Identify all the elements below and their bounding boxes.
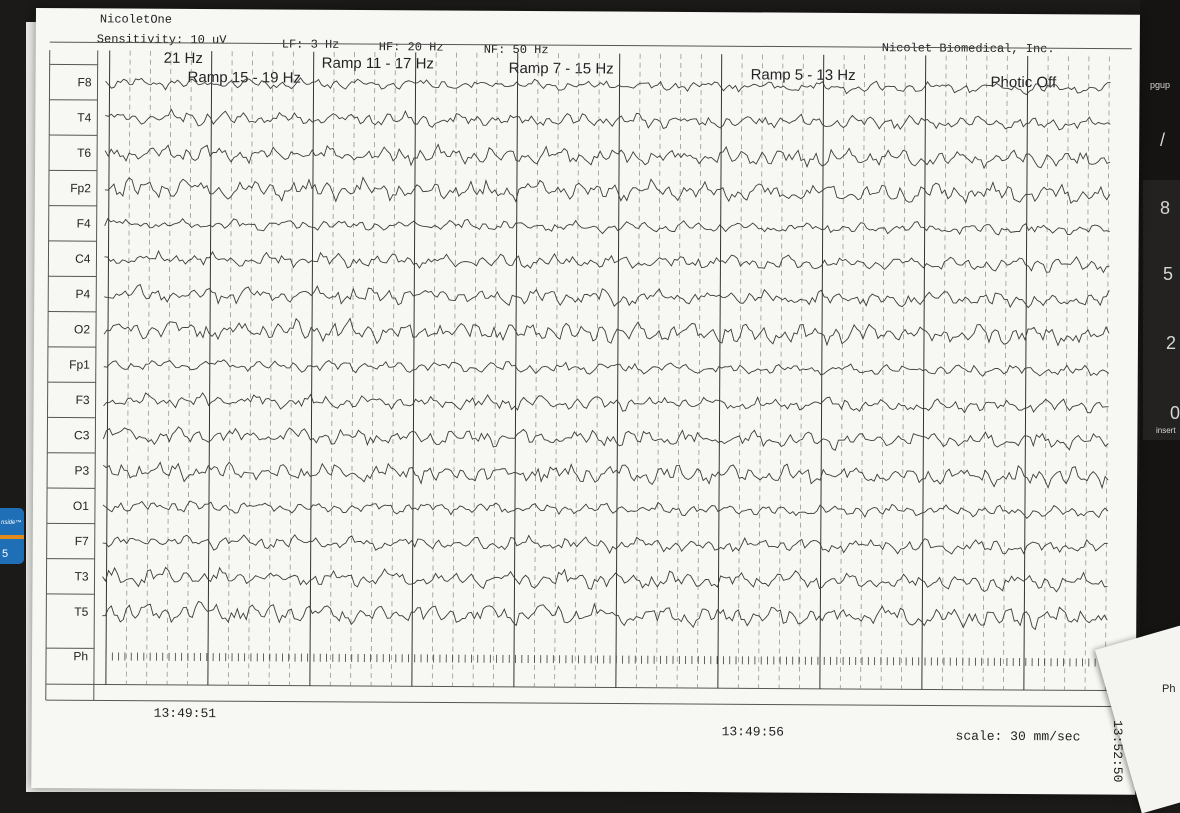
eeg-trace-fp1 (104, 359, 1109, 377)
grid-minor-line (555, 53, 559, 687)
grid-minor-line (963, 56, 967, 690)
grid-minor-line (1105, 57, 1109, 691)
key-0: 0 (1170, 403, 1180, 424)
grid-minor-line (493, 53, 497, 687)
grid-major-line (820, 55, 824, 689)
channel-label-o2: O2 (74, 322, 90, 336)
key-2: 2 (1166, 333, 1176, 354)
keyboard-edge (1143, 180, 1180, 440)
grid-minor-line (1065, 56, 1069, 690)
channel-label-p3: P3 (74, 464, 89, 478)
grid-minor-line (759, 54, 763, 688)
key-8: 8 (1160, 198, 1170, 219)
sticker-stripe (0, 535, 24, 539)
eeg-trace-t4 (105, 109, 1110, 132)
channel-label-ph: Ph (73, 649, 88, 663)
grid-minor-line (391, 52, 395, 686)
key-insert: insert (1156, 426, 1176, 435)
channel-label-o1: O1 (73, 499, 89, 513)
grid-minor-line (840, 55, 844, 689)
channel-label-t5: T5 (74, 605, 88, 619)
key-5: 5 (1163, 264, 1173, 285)
grid-minor-line (799, 55, 803, 689)
eeg-trace-f4 (105, 217, 1110, 237)
channel-label-f3: F3 (76, 393, 90, 407)
grid-minor-line (249, 51, 253, 685)
eeg-trace-o1 (103, 499, 1108, 519)
key-pgup: pgup (1150, 80, 1170, 90)
grid-minor-line (330, 52, 334, 686)
channel-label-f4: F4 (77, 216, 91, 230)
eeg-trace-f8 (106, 76, 1111, 95)
grid-minor-line (432, 52, 436, 686)
channel-label-fp2: Fp2 (70, 181, 91, 195)
grid-minor-line (881, 55, 885, 689)
channel-label-t4: T4 (77, 111, 91, 125)
grid-major-line (922, 55, 926, 689)
channel-label-c4: C4 (75, 252, 91, 266)
grid-minor-line (453, 53, 457, 687)
grid-major-line (616, 54, 620, 688)
second-sheet-time: 13:52:50 (1110, 720, 1125, 782)
eeg-trace-p3 (103, 460, 1108, 488)
grid-minor-line (779, 55, 783, 689)
eeg-trace-t3 (102, 567, 1107, 593)
grid-major-line (514, 53, 518, 687)
sticker-number: 5 (2, 548, 8, 560)
grid-minor-line (371, 52, 375, 686)
grid-minor-line (697, 54, 701, 688)
grid-major-line (718, 54, 722, 688)
grid-minor-line (228, 51, 232, 685)
grid-major-line (1024, 56, 1028, 690)
eeg-trace-p4 (104, 284, 1109, 309)
channel-label-p4: P4 (76, 287, 91, 301)
eeg-trace-area: F8 T4 T6 Fp2 F4 C4 P4 O2 Fp1 F3 C3 P3 O1 F7 T3 T5 Ph (31, 8, 1140, 795)
eeg-trace-fp2 (105, 176, 1110, 206)
grid-minor-line (677, 54, 681, 688)
eeg-trace-t6 (105, 143, 1110, 170)
channel-label-t3: T3 (74, 569, 88, 583)
grid-minor-line (657, 54, 661, 688)
photo-scene: pgup / 8 5 2 0 insert nside™ 5 NicoletOn… (0, 0, 1180, 800)
header-rule (50, 42, 1132, 49)
channel-label-f7: F7 (75, 534, 89, 548)
eeg-trace-o2 (104, 317, 1109, 348)
grid-minor-line (473, 53, 477, 687)
eeg-trace-f7 (103, 533, 1108, 556)
eeg-trace-t5 (102, 601, 1107, 630)
key-slash: / (1160, 130, 1165, 151)
eeg-trace-f3 (104, 392, 1109, 414)
grid-minor-line (1044, 56, 1048, 690)
eeg-trace-c3 (103, 426, 1108, 452)
label-column-rule (94, 50, 98, 700)
channel-label-fp1: Fp1 (69, 358, 90, 372)
grid-minor-line (269, 51, 273, 685)
channel-label-c3: C3 (74, 428, 90, 442)
frame-left (46, 50, 50, 700)
eeg-printout: NicoletOne Sensitivity: 10 uV LF: 3 Hz H… (31, 8, 1140, 795)
channel-label-t6: T6 (77, 146, 91, 160)
grid-major-line (310, 52, 314, 686)
grid-minor-line (1085, 56, 1089, 690)
timestamp-start: 13:49:51 (154, 706, 217, 721)
grid-minor-line (636, 54, 640, 688)
grid-minor-line (595, 53, 599, 687)
grid-minor-line (942, 56, 946, 690)
channel-label-f8: F8 (77, 75, 91, 89)
grid-minor-line (575, 53, 579, 687)
scale-label: scale: 30 mm/sec (956, 729, 1081, 745)
sticker-text: nside™ (1, 520, 21, 526)
grid-minor-line (534, 53, 538, 687)
grid-minor-line (738, 54, 742, 688)
timestamp-mid: 13:49:56 (722, 724, 785, 739)
laptop-sticker: nside™ 5 (0, 508, 24, 564)
second-sheet-channel: Ph (1162, 683, 1175, 695)
grid-minor-line (289, 52, 293, 686)
grid-major-line (208, 51, 212, 685)
grid-minor-line (147, 51, 151, 685)
eeg-trace-c4 (104, 251, 1109, 273)
